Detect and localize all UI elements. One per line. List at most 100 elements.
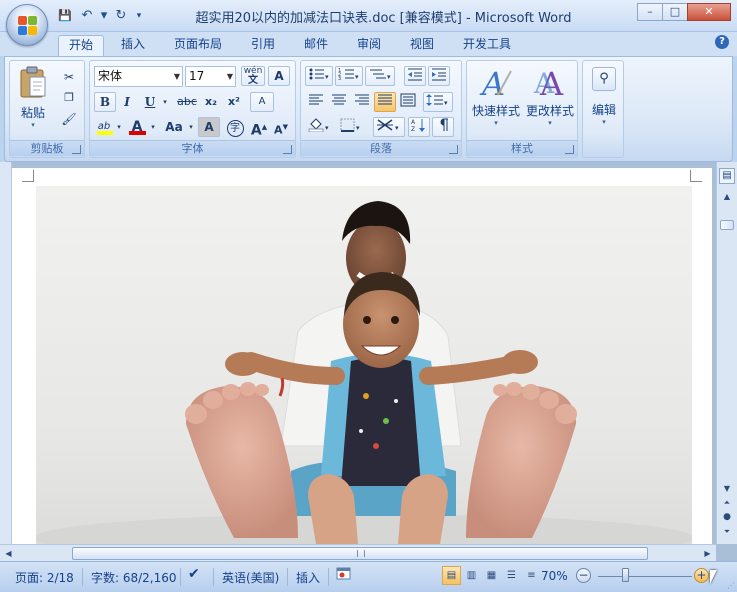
cut-icon[interactable]: ✂	[58, 67, 80, 87]
document-photo[interactable]	[36, 186, 692, 544]
underline-button[interactable]: U	[139, 92, 161, 112]
font-color-button[interactable]: A	[126, 117, 148, 137]
tab-home[interactable]: 开始	[58, 35, 105, 56]
grow-font-button[interactable]: A▲	[248, 117, 270, 139]
phonetic-guide-button[interactable]: wén 文	[241, 66, 265, 86]
tab-page-layout[interactable]: 页面布局	[164, 35, 232, 56]
decrease-indent-button[interactable]	[404, 66, 426, 86]
change-styles-button[interactable]: AA 更改样式 ▾	[523, 65, 577, 135]
zoom-in-icon[interactable]: +	[694, 568, 709, 583]
office-button[interactable]	[6, 4, 48, 46]
quick-styles-button[interactable]: A 快速样式 ▾	[469, 65, 523, 135]
strikethrough-button[interactable]: abc	[174, 92, 200, 112]
align-left-button[interactable]	[305, 92, 327, 112]
horizontal-scroll-thumb[interactable]	[72, 547, 648, 560]
select-browse-object-icon[interactable]: ●	[720, 510, 734, 524]
paragraph-launcher-icon[interactable]	[449, 145, 458, 154]
font-name-combo[interactable]: 宋体 ▼	[94, 66, 183, 87]
numbering-button[interactable]: 1 2 3 ▾	[335, 66, 363, 86]
paste-button[interactable]: 粘贴 ▾	[16, 65, 50, 135]
subscript-button[interactable]: x₂	[200, 92, 222, 112]
multilevel-list-button[interactable]: ▾	[365, 66, 395, 86]
draft-view-icon[interactable]: ≡	[522, 566, 541, 585]
distributed-button[interactable]	[397, 92, 419, 112]
highlight-dropdown-icon[interactable]: ▾	[114, 117, 124, 137]
print-layout-view-icon[interactable]: ▤	[442, 566, 461, 585]
status-separator	[328, 568, 329, 586]
customize-qat-icon[interactable]: ▾	[134, 7, 144, 25]
copy-icon[interactable]: ❐	[58, 88, 80, 108]
scroll-right-arrow-icon[interactable]: ▶	[701, 547, 714, 560]
superscript-button[interactable]: x²	[223, 92, 245, 112]
change-case-dropdown-icon[interactable]: ▾	[186, 117, 196, 137]
redo-icon[interactable]: ↻	[112, 7, 130, 25]
zoom-level[interactable]: 70%	[541, 569, 568, 583]
minimize-button[interactable]: –	[637, 3, 663, 21]
zoom-slider-thumb[interactable]	[622, 568, 629, 582]
char-shading-button[interactable]: A	[198, 117, 220, 137]
tab-review[interactable]: 审阅	[347, 35, 391, 56]
font-color-dropdown-icon[interactable]: ▾	[148, 117, 158, 137]
line-spacing-button[interactable]: ▾	[423, 92, 453, 112]
enclose-char-button[interactable]: 字	[224, 117, 246, 137]
font-size-combo[interactable]: 17 ▼	[185, 66, 236, 87]
close-button[interactable]: ✕	[687, 3, 731, 21]
asian-layout-button[interactable]: ▾	[373, 117, 405, 137]
vertical-scrollbar[interactable]: ▤ ▲ ▼ ⏶ ● ⏷	[716, 162, 737, 544]
full-screen-reading-icon[interactable]: ▥	[462, 566, 481, 585]
tab-references[interactable]: 引用	[241, 35, 285, 56]
undo-dropdown-icon[interactable]: ▾	[100, 7, 108, 25]
format-painter-icon[interactable]: 🖌	[58, 109, 80, 129]
align-center-button[interactable]	[328, 92, 350, 112]
clear-formatting-button[interactable]: A	[250, 92, 274, 112]
tab-mailings[interactable]: 邮件	[294, 35, 338, 56]
resize-grip-icon[interactable]: ⋰	[727, 581, 735, 590]
zoom-slider-track[interactable]	[598, 576, 692, 577]
clipboard-launcher-icon[interactable]	[72, 145, 81, 154]
next-page-icon[interactable]: ⏷	[720, 525, 734, 539]
borders-button[interactable]: ▾	[337, 117, 365, 137]
maximize-button[interactable]: □	[662, 3, 688, 21]
tab-developer[interactable]: 开发工具	[453, 35, 521, 56]
underline-dropdown-icon[interactable]: ▾	[160, 92, 170, 112]
view-ruler-icon[interactable]: ▤	[719, 168, 735, 184]
macro-record-icon[interactable]	[336, 567, 352, 584]
shading-button[interactable]: ▾	[305, 117, 333, 137]
proofing-icon[interactable]: ✔	[188, 566, 200, 582]
styles-launcher-icon[interactable]	[565, 145, 574, 154]
save-icon[interactable]: 💾	[56, 7, 74, 25]
shrink-font-button[interactable]: A▼	[270, 117, 292, 137]
vertical-scroll-thumb[interactable]	[720, 220, 734, 230]
page-count[interactable]: 页面: 2/18	[15, 569, 74, 586]
editing-button[interactable]: ⚲ 编辑 ▾	[585, 65, 623, 135]
bullets-button[interactable]: ▾	[305, 66, 333, 86]
italic-button[interactable]: I	[116, 92, 138, 112]
sort-button[interactable]: AZ	[408, 117, 430, 137]
previous-page-icon[interactable]: ⏶	[720, 496, 734, 510]
font-launcher-icon[interactable]	[283, 145, 292, 154]
char-border-button[interactable]: A	[268, 66, 290, 86]
increase-indent-button[interactable]	[428, 66, 450, 86]
undo-icon[interactable]: ↶	[78, 7, 96, 25]
insert-mode-indicator[interactable]: 插入	[296, 569, 320, 586]
scroll-up-arrow-icon[interactable]: ▲	[720, 190, 734, 204]
outline-view-icon[interactable]: ☰	[502, 566, 521, 585]
distributed-icon	[400, 93, 416, 107]
scroll-down-arrow-icon[interactable]: ▼	[720, 482, 734, 496]
change-case-button[interactable]: Aa	[162, 117, 186, 137]
web-layout-icon[interactable]: ▦	[482, 566, 501, 585]
justify-button[interactable]	[374, 92, 396, 112]
align-right-button[interactable]	[351, 92, 373, 112]
tab-insert[interactable]: 插入	[111, 35, 155, 56]
word-count[interactable]: 字数: 68/2,160	[91, 569, 177, 586]
scroll-left-arrow-icon[interactable]: ◀	[2, 547, 15, 560]
help-icon[interactable]: ?	[715, 35, 729, 49]
horizontal-scrollbar[interactable]: ◀ ▶	[0, 544, 716, 561]
bold-button[interactable]: B	[94, 92, 116, 112]
language-indicator[interactable]: 英语(美国)	[222, 569, 279, 586]
document-page[interactable]	[12, 168, 712, 544]
tab-view[interactable]: 视图	[400, 35, 444, 56]
zoom-out-icon[interactable]: −	[576, 568, 591, 583]
show-marks-button[interactable]	[432, 117, 454, 137]
highlight-button[interactable]: ab	[94, 117, 114, 137]
